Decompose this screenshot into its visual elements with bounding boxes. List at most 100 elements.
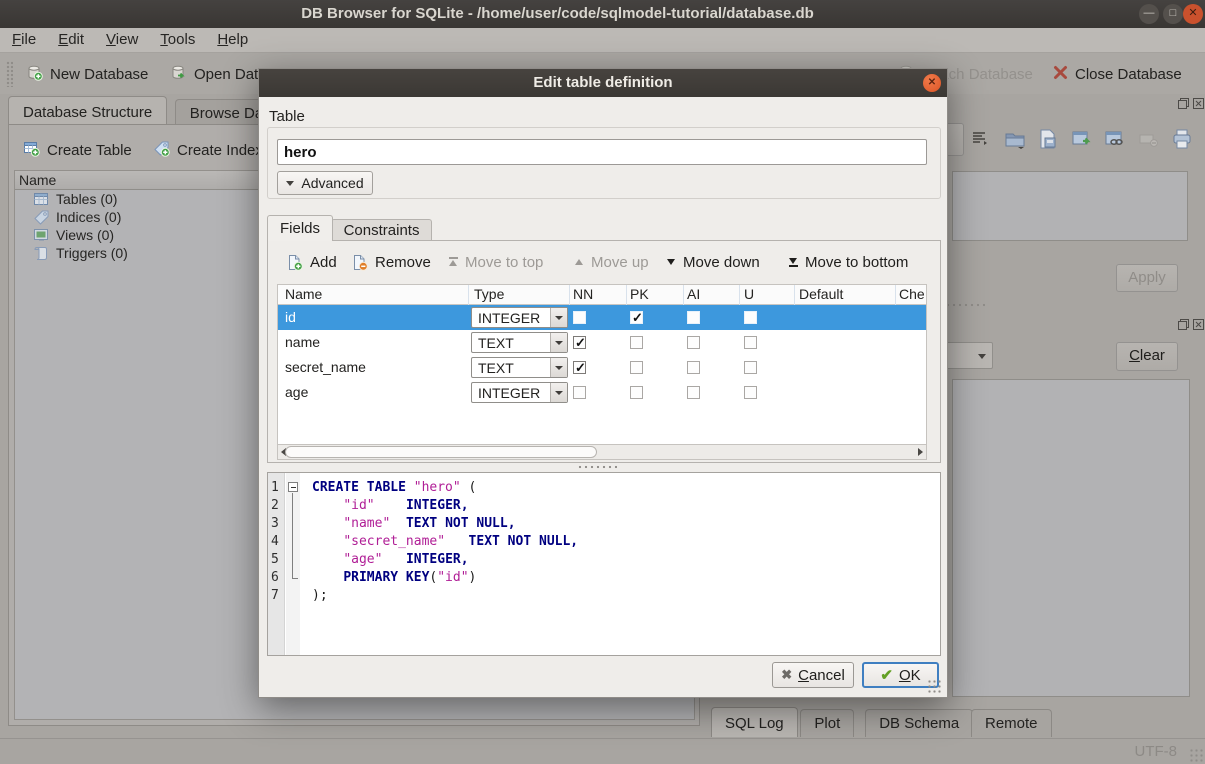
- sql-log-area[interactable]: [952, 379, 1190, 697]
- column-header-pk[interactable]: PK: [630, 286, 649, 302]
- cell-editor-area[interactable]: [952, 171, 1188, 241]
- table-icon: [33, 191, 50, 208]
- nn-checkbox[interactable]: [573, 336, 586, 349]
- close-database-button[interactable]: Close Database: [1053, 61, 1182, 87]
- import-icon[interactable]: [1004, 128, 1026, 150]
- ai-checkbox[interactable]: [687, 361, 700, 374]
- column-header-u[interactable]: U: [744, 286, 754, 302]
- u-checkbox[interactable]: [744, 336, 757, 349]
- new-database-button[interactable]: New Database: [26, 61, 148, 87]
- sql-token: [312, 516, 343, 531]
- nn-checkbox[interactable]: [573, 386, 586, 399]
- grid-header[interactable]: Name Type NN PK AI U Default Che: [278, 285, 926, 305]
- menu-view[interactable]: View: [96, 28, 148, 51]
- field-type-combo[interactable]: INTEGER: [471, 307, 568, 328]
- dialog-tab-constraints[interactable]: Constraints: [331, 219, 433, 241]
- sql-token: ,: [570, 534, 578, 549]
- column-header-type[interactable]: Type: [474, 286, 504, 302]
- dock-splitter-handle[interactable]: [945, 303, 985, 307]
- header-separator: [794, 285, 795, 305]
- create-table-button[interactable]: Create Table: [23, 138, 132, 162]
- table-name-input[interactable]: [277, 139, 927, 165]
- maximize-button[interactable]: □: [1163, 4, 1183, 24]
- dialog-tab-fields[interactable]: Fields: [267, 215, 333, 241]
- nn-checkbox[interactable]: [573, 311, 586, 324]
- dialog-splitter-handle[interactable]: [577, 465, 617, 469]
- bottom-tab-remote[interactable]: Remote: [971, 709, 1052, 737]
- move-up-button[interactable]: Move up: [575, 251, 649, 273]
- dialog-resize-grip[interactable]: [927, 679, 941, 693]
- create-index-button[interactable]: Create Index: [153, 138, 263, 162]
- move-to-bottom-button[interactable]: Move to bottom: [789, 251, 908, 273]
- minimize-button[interactable]: ―: [1139, 4, 1159, 24]
- sqllog-float-icon[interactable]: [1177, 318, 1190, 331]
- scroll-right-icon[interactable]: [918, 448, 923, 456]
- dock-float-icon[interactable]: [1177, 97, 1190, 110]
- text-mode-icon[interactable]: [970, 128, 992, 150]
- dialog-titlebar[interactable]: Edit table definition ✕: [259, 69, 947, 97]
- fold-collapse-icon[interactable]: [288, 482, 298, 492]
- field-type-combo[interactable]: TEXT: [471, 332, 568, 353]
- link-icon[interactable]: [1104, 128, 1126, 150]
- move-to-top-button[interactable]: Move to top: [449, 251, 543, 273]
- column-header-ai[interactable]: AI: [687, 286, 700, 302]
- close-button[interactable]: ✕: [1183, 4, 1203, 24]
- pk-checkbox[interactable]: [630, 361, 643, 374]
- field-name: secret_name: [285, 359, 366, 375]
- menu-help[interactable]: Help: [207, 28, 258, 51]
- toolbar-drag-handle[interactable]: [6, 61, 13, 87]
- menu-edit[interactable]: Edit: [48, 28, 94, 51]
- ok-icon: ✔: [880, 666, 893, 684]
- dialog-close-icon[interactable]: ✕: [923, 74, 941, 92]
- sql-token: ,: [461, 498, 469, 513]
- sql-preview-editor[interactable]: 1234567 CREATE TABLE "hero" ( "id" INTEG…: [267, 472, 941, 656]
- ai-checkbox[interactable]: [687, 336, 700, 349]
- ai-checkbox[interactable]: [687, 311, 700, 324]
- scroll-thumb[interactable]: [285, 446, 597, 458]
- remove-button[interactable]: Remove: [351, 251, 431, 273]
- export-icon[interactable]: [1071, 128, 1093, 150]
- column-header-che[interactable]: Che: [899, 286, 925, 302]
- nn-checkbox[interactable]: [573, 361, 586, 374]
- ai-checkbox[interactable]: [687, 386, 700, 399]
- sql-token: "hero": [414, 480, 461, 495]
- u-checkbox[interactable]: [744, 386, 757, 399]
- field-type-combo[interactable]: INTEGER: [471, 382, 568, 403]
- chevron-down-icon: [286, 181, 294, 186]
- column-header-default[interactable]: Default: [799, 286, 843, 302]
- field-row-name[interactable]: nameTEXT: [278, 330, 926, 355]
- encoding-indicator[interactable]: UTF-8: [1135, 743, 1178, 760]
- bottom-tab-plot[interactable]: Plot: [800, 709, 854, 737]
- field-row-id[interactable]: idINTEGER: [278, 305, 926, 330]
- fold-margin[interactable]: [286, 473, 300, 655]
- move-down-button[interactable]: Move down: [667, 251, 760, 273]
- sqllog-close-icon[interactable]: [1192, 318, 1205, 331]
- grid-hscrollbar[interactable]: [278, 444, 926, 459]
- clear-log-button[interactable]: Clear: [1116, 342, 1178, 371]
- menu-file[interactable]: File: [2, 28, 46, 51]
- save-icon[interactable]: [1037, 128, 1059, 150]
- bottom-tab-sql-log[interactable]: SQL Log: [711, 707, 798, 737]
- print-icon[interactable]: [1171, 128, 1193, 150]
- apply-button[interactable]: Apply: [1116, 264, 1178, 292]
- field-type-combo[interactable]: TEXT: [471, 357, 568, 378]
- pk-checkbox[interactable]: [630, 311, 643, 324]
- field-row-age[interactable]: ageINTEGER: [278, 380, 926, 405]
- bottom-tab-db-schema[interactable]: DB Schema: [865, 709, 973, 737]
- u-checkbox[interactable]: [744, 361, 757, 374]
- dock-close-icon[interactable]: [1192, 97, 1205, 110]
- add-button[interactable]: Add: [286, 251, 337, 273]
- menu-tools[interactable]: Tools: [150, 28, 205, 51]
- window-resize-grip[interactable]: [1189, 748, 1203, 762]
- field-row-secret_name[interactable]: secret_name TEXT: [278, 355, 926, 380]
- column-header-nn[interactable]: NN: [573, 286, 593, 302]
- pk-checkbox[interactable]: [630, 386, 643, 399]
- cancel-button[interactable]: ✖ Cancel: [772, 662, 854, 688]
- set-null-icon[interactable]: [1138, 128, 1160, 150]
- u-checkbox[interactable]: [744, 311, 757, 324]
- tab-database-structure[interactable]: Database Structure: [8, 96, 167, 127]
- sql-token: CREATE TABLE: [312, 480, 406, 495]
- column-header-name[interactable]: Name: [285, 286, 322, 302]
- pk-checkbox[interactable]: [630, 336, 643, 349]
- advanced-button[interactable]: Advanced: [277, 171, 373, 195]
